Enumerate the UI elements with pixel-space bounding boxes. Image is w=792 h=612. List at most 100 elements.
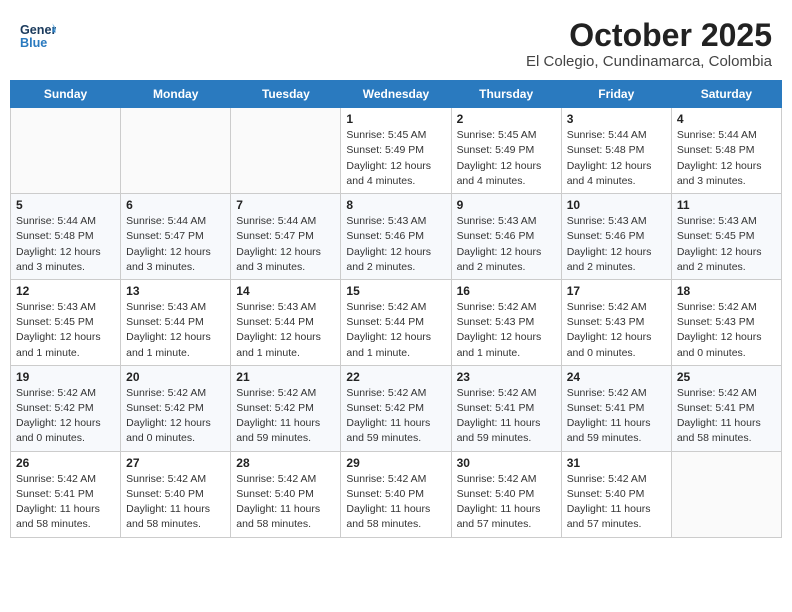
day-number: 24 xyxy=(567,370,666,384)
calendar-cell-w4-d7: 25 Sunrise: 5:42 AMSunset: 5:41 PMDayligh… xyxy=(671,365,781,451)
calendar-cell-w5-d2: 27 Sunrise: 5:42 AMSunset: 5:40 PMDayligh… xyxy=(121,451,231,537)
calendar-cell-w3-d7: 18Sunrise: 5:42 AMSunset: 5:43 PMDayligh… xyxy=(671,279,781,365)
calendar-cell-w1-d2 xyxy=(121,108,231,194)
day-number: 7 xyxy=(236,198,335,212)
calendar-cell-w5-d7 xyxy=(671,451,781,537)
day-number: 20 xyxy=(126,370,225,384)
day-number: 8 xyxy=(346,198,445,212)
calendar-cell-w5-d5: 30Sunrise: 5:42 AMSunset: 5:40 PMDayligh… xyxy=(451,451,561,537)
day-number: 23 xyxy=(457,370,556,384)
calendar-cell-w2-d1: 5 Sunrise: 5:44 AMSunset: 5:48 PMDaylight… xyxy=(11,194,121,280)
day-number: 5 xyxy=(16,198,115,212)
col-saturday: Saturday xyxy=(671,81,781,108)
calendar-week-2: 5 Sunrise: 5:44 AMSunset: 5:48 PMDaylight… xyxy=(11,194,782,280)
day-number: 2 xyxy=(457,112,556,126)
page-subtitle: El Colegio, Cundinamarca, Colombia xyxy=(526,53,772,70)
day-info: Sunrise: 5:42 AMSunset: 5:40 PMDaylight:… xyxy=(346,472,445,533)
day-number: 14 xyxy=(236,284,335,298)
day-info: Sunrise: 5:42 AMSunset: 5:40 PMDaylight:… xyxy=(567,472,666,533)
calendar-cell-w1-d4: 1 Sunrise: 5:45 AMSunset: 5:49 PMDaylight… xyxy=(341,108,451,194)
day-number: 19 xyxy=(16,370,115,384)
day-info: Sunrise: 5:42 AMSunset: 5:41 PMDaylight:… xyxy=(16,472,115,533)
day-info: Sunrise: 5:42 AMSunset: 5:42 PMDaylight:… xyxy=(126,386,225,447)
calendar-cell-w3-d4: 15 Sunrise: 5:42 AMSunset: 5:44 PMDayligh… xyxy=(341,279,451,365)
calendar-cell-w4-d4: 22 Sunrise: 5:42 AMSunset: 5:42 PMDayligh… xyxy=(341,365,451,451)
calendar-cell-w2-d7: 11 Sunrise: 5:43 AMSunset: 5:45 PMDayligh… xyxy=(671,194,781,280)
day-info: Sunrise: 5:43 AMSunset: 5:45 PMDaylight:… xyxy=(677,214,776,275)
calendar-cell-w4-d1: 19 Sunrise: 5:42 AMSunset: 5:42 PMDayligh… xyxy=(11,365,121,451)
calendar-cell-w3-d1: 12 Sunrise: 5:43 AMSunset: 5:45 PMDayligh… xyxy=(11,279,121,365)
col-monday: Monday xyxy=(121,81,231,108)
calendar-cell-w3-d3: 14 Sunrise: 5:43 AMSunset: 5:44 PMDayligh… xyxy=(231,279,341,365)
day-number: 25 xyxy=(677,370,776,384)
day-info: Sunrise: 5:42 AMSunset: 5:41 PMDaylight:… xyxy=(457,386,556,447)
day-info: Sunrise: 5:44 AMSunset: 5:48 PMDaylight:… xyxy=(16,214,115,275)
calendar-cell-w4-d5: 23 Sunrise: 5:42 AMSunset: 5:41 PMDayligh… xyxy=(451,365,561,451)
page-header: General Blue October 2025 El Colegio, Cu… xyxy=(10,10,782,74)
logo: General Blue xyxy=(20,18,56,54)
day-number: 21 xyxy=(236,370,335,384)
calendar-cell-w1-d3 xyxy=(231,108,341,194)
day-info: Sunrise: 5:43 AMSunset: 5:44 PMDaylight:… xyxy=(236,300,335,361)
day-number: 3 xyxy=(567,112,666,126)
calendar-cell-w5-d1: 26Sunrise: 5:42 AMSunset: 5:41 PMDayligh… xyxy=(11,451,121,537)
calendar-cell-w3-d6: 17 Sunrise: 5:42 AMSunset: 5:43 PMDayligh… xyxy=(561,279,671,365)
calendar-week-1: 1 Sunrise: 5:45 AMSunset: 5:49 PMDaylight… xyxy=(11,108,782,194)
calendar-cell-w1-d5: 2 Sunrise: 5:45 AMSunset: 5:49 PMDaylight… xyxy=(451,108,561,194)
day-info: Sunrise: 5:42 AMSunset: 5:43 PMDaylight:… xyxy=(677,300,776,361)
col-tuesday: Tuesday xyxy=(231,81,341,108)
day-info: Sunrise: 5:45 AMSunset: 5:49 PMDaylight:… xyxy=(346,128,445,189)
day-info: Sunrise: 5:45 AMSunset: 5:49 PMDaylight:… xyxy=(457,128,556,189)
day-number: 16 xyxy=(457,284,556,298)
day-info: Sunrise: 5:44 AMSunset: 5:48 PMDaylight:… xyxy=(677,128,776,189)
calendar-cell-w1-d1 xyxy=(11,108,121,194)
col-friday: Friday xyxy=(561,81,671,108)
day-info: Sunrise: 5:42 AMSunset: 5:43 PMDaylight:… xyxy=(457,300,556,361)
day-number: 17 xyxy=(567,284,666,298)
calendar-cell-w3-d2: 13Sunrise: 5:43 AMSunset: 5:44 PMDayligh… xyxy=(121,279,231,365)
day-info: Sunrise: 5:42 AMSunset: 5:42 PMDaylight:… xyxy=(16,386,115,447)
day-number: 12 xyxy=(16,284,115,298)
day-info: Sunrise: 5:42 AMSunset: 5:41 PMDaylight:… xyxy=(677,386,776,447)
calendar-cell-w1-d7: 4 Sunrise: 5:44 AMSunset: 5:48 PMDaylight… xyxy=(671,108,781,194)
day-info: Sunrise: 5:44 AMSunset: 5:47 PMDaylight:… xyxy=(126,214,225,275)
calendar-cell-w2-d5: 9Sunrise: 5:43 AMSunset: 5:46 PMDaylight… xyxy=(451,194,561,280)
calendar-cell-w5-d6: 31Sunrise: 5:42 AMSunset: 5:40 PMDayligh… xyxy=(561,451,671,537)
day-info: Sunrise: 5:42 AMSunset: 5:40 PMDaylight:… xyxy=(236,472,335,533)
day-number: 11 xyxy=(677,198,776,212)
calendar-cell-w4-d3: 21 Sunrise: 5:42 AMSunset: 5:42 PMDayligh… xyxy=(231,365,341,451)
day-info: Sunrise: 5:43 AMSunset: 5:44 PMDaylight:… xyxy=(126,300,225,361)
day-info: Sunrise: 5:42 AMSunset: 5:43 PMDaylight:… xyxy=(567,300,666,361)
col-sunday: Sunday xyxy=(11,81,121,108)
day-number: 4 xyxy=(677,112,776,126)
day-number: 27 xyxy=(126,456,225,470)
calendar-week-4: 19 Sunrise: 5:42 AMSunset: 5:42 PMDayligh… xyxy=(11,365,782,451)
calendar-table: Sunday Monday Tuesday Wednesday Thursday… xyxy=(10,80,782,537)
day-number: 22 xyxy=(346,370,445,384)
day-info: Sunrise: 5:42 AMSunset: 5:44 PMDaylight:… xyxy=(346,300,445,361)
day-info: Sunrise: 5:42 AMSunset: 5:42 PMDaylight:… xyxy=(346,386,445,447)
calendar-cell-w2-d3: 7 Sunrise: 5:44 AMSunset: 5:47 PMDaylight… xyxy=(231,194,341,280)
day-number: 30 xyxy=(457,456,556,470)
day-info: Sunrise: 5:42 AMSunset: 5:40 PMDaylight:… xyxy=(126,472,225,533)
calendar-cell-w1-d6: 3Sunrise: 5:44 AMSunset: 5:48 PMDaylight… xyxy=(561,108,671,194)
day-info: Sunrise: 5:42 AMSunset: 5:42 PMDaylight:… xyxy=(236,386,335,447)
day-info: Sunrise: 5:44 AMSunset: 5:47 PMDaylight:… xyxy=(236,214,335,275)
calendar-cell-w4-d6: 24Sunrise: 5:42 AMSunset: 5:41 PMDayligh… xyxy=(561,365,671,451)
day-number: 1 xyxy=(346,112,445,126)
calendar-cell-w2-d4: 8 Sunrise: 5:43 AMSunset: 5:46 PMDaylight… xyxy=(341,194,451,280)
day-number: 6 xyxy=(126,198,225,212)
col-wednesday: Wednesday xyxy=(341,81,451,108)
day-info: Sunrise: 5:43 AMSunset: 5:45 PMDaylight:… xyxy=(16,300,115,361)
calendar-cell-w2-d6: 10Sunrise: 5:43 AMSunset: 5:46 PMDayligh… xyxy=(561,194,671,280)
svg-text:Blue: Blue xyxy=(20,36,47,50)
calendar-week-5: 26Sunrise: 5:42 AMSunset: 5:41 PMDayligh… xyxy=(11,451,782,537)
title-block: October 2025 El Colegio, Cundinamarca, C… xyxy=(526,18,772,70)
calendar-cell-w5-d4: 29Sunrise: 5:42 AMSunset: 5:40 PMDayligh… xyxy=(341,451,451,537)
calendar-cell-w4-d2: 20 Sunrise: 5:42 AMSunset: 5:42 PMDayligh… xyxy=(121,365,231,451)
day-info: Sunrise: 5:43 AMSunset: 5:46 PMDaylight:… xyxy=(457,214,556,275)
day-info: Sunrise: 5:43 AMSunset: 5:46 PMDaylight:… xyxy=(346,214,445,275)
day-info: Sunrise: 5:43 AMSunset: 5:46 PMDaylight:… xyxy=(567,214,666,275)
calendar-cell-w3-d5: 16 Sunrise: 5:42 AMSunset: 5:43 PMDayligh… xyxy=(451,279,561,365)
day-number: 15 xyxy=(346,284,445,298)
